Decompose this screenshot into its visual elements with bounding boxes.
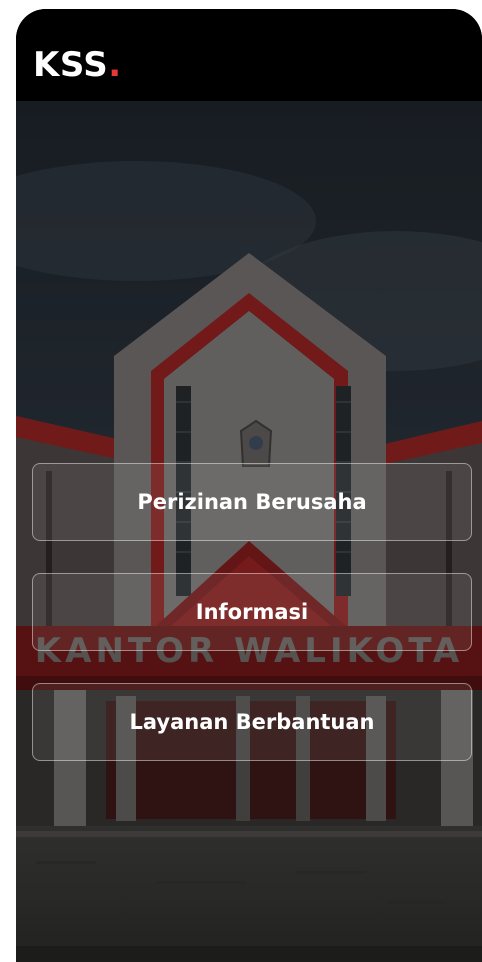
logo-dot: . [108, 45, 122, 85]
menu-button-layanan-berbantuan[interactable]: Layanan Berbantuan [32, 683, 472, 761]
menu-button-label: Layanan Berbantuan [129, 710, 375, 734]
menu-button-informasi[interactable]: Informasi [32, 573, 472, 651]
menu-button-label: Informasi [195, 600, 309, 624]
menu-button-label: Perizinan Berusaha [137, 490, 367, 514]
app-header: KSS. [16, 9, 482, 101]
menu-button-perizinan-berusaha[interactable]: Perizinan Berusaha [32, 463, 472, 541]
phone-frame: KSS. KANTOR WALIKOTA Perizinan Berusaha … [16, 9, 482, 962]
app-logo[interactable]: KSS. [33, 45, 122, 85]
